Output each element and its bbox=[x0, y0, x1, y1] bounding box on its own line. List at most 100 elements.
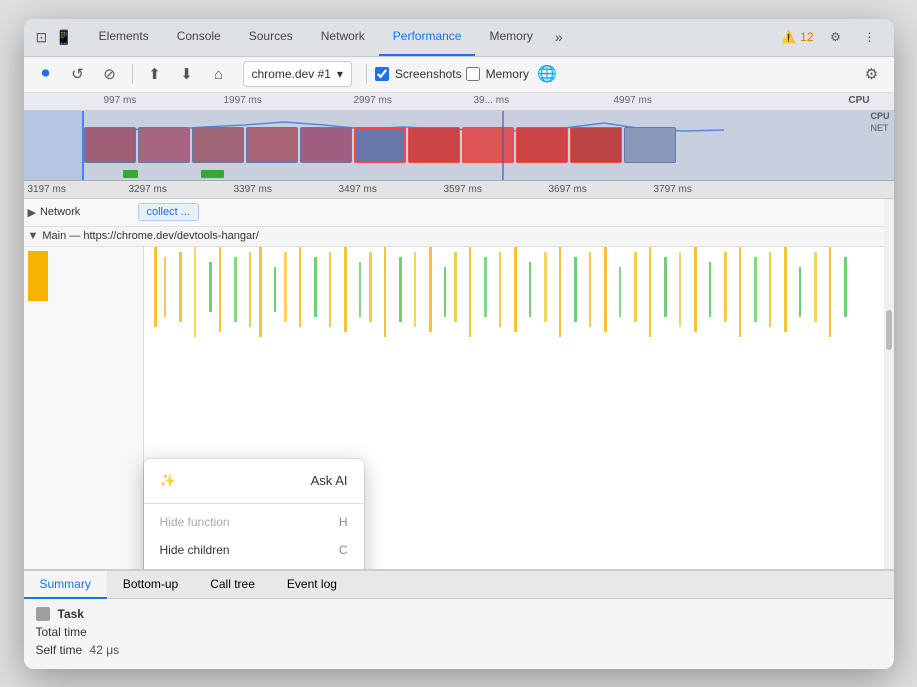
net-side-label: NET bbox=[870, 123, 889, 133]
bottom-panel: Summary Bottom-up Call tree Event log Ta… bbox=[24, 569, 894, 669]
tab-performance[interactable]: Performance bbox=[379, 19, 476, 57]
screenshot-thumb bbox=[300, 127, 352, 163]
ms-tick-3: 3397 ms bbox=[234, 184, 272, 195]
screenshot-thumb bbox=[84, 127, 136, 163]
main-content: ▶ Network collect ... ▼ Main — https://c… bbox=[24, 199, 894, 569]
ctx-hide-function-shortcut: H bbox=[339, 515, 348, 529]
ctx-hide-repeating[interactable]: Hide repeating children R bbox=[144, 564, 364, 569]
ctx-hide-children[interactable]: Hide children C bbox=[144, 536, 364, 564]
self-time-value: 42 μs bbox=[90, 643, 120, 657]
screenshot-thumb bbox=[192, 127, 244, 163]
task-highlight-block bbox=[28, 251, 48, 301]
device-icon[interactable]: 📱 bbox=[55, 29, 72, 46]
tab-call-tree[interactable]: Call tree bbox=[194, 571, 271, 599]
tab-memory[interactable]: Memory bbox=[475, 19, 546, 57]
more-tabs-button[interactable]: » bbox=[547, 29, 571, 45]
bottom-content: Task Total time Self time 42 μs bbox=[24, 599, 894, 669]
tick-5: 4997 ms bbox=[614, 95, 652, 106]
selection-left bbox=[24, 111, 84, 180]
total-time-label: Total time bbox=[36, 625, 87, 639]
tab-event-log[interactable]: Event log bbox=[271, 571, 353, 599]
self-time-label: Self time bbox=[36, 643, 83, 657]
profile-select[interactable]: chrome.dev #1 ▾ bbox=[243, 61, 352, 87]
tab-right-icons: ⚠️ 12 ⚙ ⋮ bbox=[781, 25, 881, 49]
network-icon: 🌐 bbox=[533, 60, 561, 88]
toolbar-separator-2 bbox=[366, 64, 367, 84]
warning-badge[interactable]: ⚠️ 12 bbox=[781, 30, 813, 44]
profile-dropdown-icon: ▾ bbox=[337, 67, 343, 81]
toolbar-separator-1 bbox=[132, 64, 133, 84]
scrollbar[interactable] bbox=[884, 199, 894, 569]
network-row-label: ▶ Network bbox=[28, 206, 138, 219]
screenshot-thumb bbox=[246, 127, 298, 163]
task-info-row: Task bbox=[36, 607, 882, 621]
screenshots-checkbox-group: Screenshots bbox=[375, 67, 462, 81]
ctx-hide-children-shortcut: C bbox=[339, 543, 348, 557]
screenshots-label: Screenshots bbox=[395, 67, 462, 81]
triangle-icon: ▶ bbox=[28, 206, 36, 219]
toolbar: ⏺ ↺ ⊘ ⬆ ⬇ ⌂ chrome.dev #1 ▾ Screenshots … bbox=[24, 57, 894, 93]
context-menu: ✨ Ask AI Hide function H Hide children C… bbox=[144, 459, 364, 569]
tick-4: 39... ms bbox=[474, 95, 510, 106]
tab-network[interactable]: Network bbox=[307, 19, 379, 57]
cpu-side-label: CPU bbox=[870, 111, 889, 121]
main-thread-row: ▼ Main — https://chrome.dev/devtools-han… bbox=[24, 227, 894, 247]
main-thread-triangle-icon: ▼ bbox=[28, 230, 39, 242]
home-button[interactable]: ⌂ bbox=[205, 60, 233, 88]
settings-button[interactable]: ⚙ bbox=[824, 25, 848, 49]
tab-console[interactable]: Console bbox=[163, 19, 235, 57]
ctx-hide-children-label: Hide children bbox=[160, 543, 230, 557]
gear-button[interactable]: ⚙ bbox=[858, 60, 886, 88]
tab-bar-icons: ⊡ 📱 bbox=[36, 29, 73, 46]
task-color-box bbox=[36, 607, 50, 621]
clear-button[interactable]: ⊘ bbox=[96, 60, 124, 88]
screenshot-thumb bbox=[624, 127, 676, 163]
overview-area[interactable]: CPU NET bbox=[24, 111, 894, 181]
ai-icon: ✨ bbox=[160, 473, 176, 489]
tab-bottom-up[interactable]: Bottom-up bbox=[107, 571, 194, 599]
flame-left-panel bbox=[24, 247, 144, 569]
screenshot-thumb bbox=[462, 127, 514, 163]
collect-badge[interactable]: collect ... bbox=[138, 203, 199, 221]
screenshot-thumb bbox=[408, 127, 460, 163]
tab-sources[interactable]: Sources bbox=[235, 19, 307, 57]
ctx-ask-ai[interactable]: ✨ Ask AI bbox=[144, 463, 364, 499]
task-label: Task bbox=[58, 607, 84, 621]
network-row: ▶ Network collect ... bbox=[24, 199, 894, 227]
bottom-tabs: Summary Bottom-up Call tree Event log bbox=[24, 571, 894, 599]
ms-tick-1: 3197 ms bbox=[28, 184, 66, 195]
record-button[interactable]: ⏺ bbox=[32, 60, 60, 88]
net-overview bbox=[84, 170, 866, 178]
scrollbar-thumb[interactable] bbox=[886, 310, 892, 350]
ctx-hide-function-label: Hide function bbox=[160, 515, 230, 529]
screenshot-thumb bbox=[516, 127, 568, 163]
tab-summary[interactable]: Summary bbox=[24, 571, 107, 599]
main-thread-label: Main — https://chrome.dev/devtools-hanga… bbox=[42, 230, 258, 242]
ms-tick-4: 3497 ms bbox=[339, 184, 377, 195]
ms-ticks-row: 3197 ms 3297 ms 3397 ms 3497 ms 3597 ms … bbox=[24, 181, 894, 199]
warning-count: 12 bbox=[800, 30, 813, 44]
screenshots-checkbox[interactable] bbox=[375, 67, 389, 81]
ctx-hide-function[interactable]: Hide function H bbox=[144, 508, 364, 536]
network-label: Network bbox=[40, 206, 80, 218]
download-button[interactable]: ⬇ bbox=[173, 60, 201, 88]
upload-button[interactable]: ⬆ bbox=[141, 60, 169, 88]
ctx-separator-1 bbox=[144, 503, 364, 504]
tab-bar: ⊡ 📱 Elements Console Sources Network Per… bbox=[24, 19, 894, 57]
cursor-line bbox=[502, 111, 504, 180]
dock-icon[interactable]: ⊡ bbox=[36, 29, 48, 46]
ms-tick-7: 3797 ms bbox=[654, 184, 692, 195]
screenshots-row bbox=[84, 127, 676, 167]
devtools-window: ⊡ 📱 Elements Console Sources Network Per… bbox=[24, 19, 894, 669]
tick-3: 2997 ms bbox=[354, 95, 392, 106]
total-time-row: Total time bbox=[36, 625, 882, 639]
tick-2: 1997 ms bbox=[224, 95, 262, 106]
reload-button[interactable]: ↺ bbox=[64, 60, 92, 88]
ctx-ask-ai-label: Ask AI bbox=[311, 473, 348, 488]
more-options-button[interactable]: ⋮ bbox=[858, 25, 882, 49]
ms-tick-5: 3597 ms bbox=[444, 184, 482, 195]
ms-tick-2: 3297 ms bbox=[129, 184, 167, 195]
memory-checkbox[interactable] bbox=[466, 67, 480, 81]
tab-elements[interactable]: Elements bbox=[85, 19, 163, 57]
timeline-header: 997 ms 1997 ms 2997 ms 39... ms 4997 ms … bbox=[24, 93, 894, 111]
